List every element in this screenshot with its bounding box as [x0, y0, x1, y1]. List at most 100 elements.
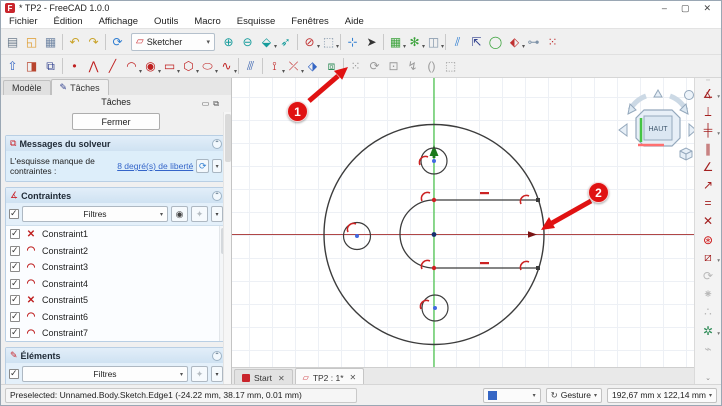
constraints-check-all[interactable]: [9, 209, 19, 219]
probe-icon[interactable]: ⧉: [41, 57, 60, 76]
leave-sketch-icon[interactable]: ⇱: [467, 32, 486, 51]
close-tab-icon[interactable]: ✕: [350, 373, 357, 382]
left-circle-center-point[interactable]: [355, 234, 359, 238]
create-rectangle-icon[interactable]: ▭▾: [160, 57, 179, 76]
constraint-row[interactable]: ✕ Constraint5: [6, 292, 226, 309]
Fenêtres[interactable]: Fenêtres: [283, 15, 337, 28]
constrain-equal-icon[interactable]: =: [696, 194, 720, 212]
chevron-down-icon[interactable]: ▾: [211, 366, 223, 382]
constrain-tangent-icon[interactable]: ↗: [696, 176, 720, 194]
show-hide-icon[interactable]: ◉: [171, 206, 188, 222]
refresh-icon[interactable]: ⟳: [108, 32, 127, 51]
constraint-checkbox[interactable]: [10, 246, 20, 256]
render-template-icon[interactable]: ◫▾: [424, 32, 443, 51]
image-icon[interactable]: ◨: [22, 57, 41, 76]
create-polygon-icon[interactable]: ⬡▾: [179, 57, 198, 76]
chevron-down-icon[interactable]: ▾: [211, 206, 223, 222]
new-file-icon[interactable]: ▤: [3, 32, 22, 51]
float-panel-icon[interactable]: ▭: [202, 96, 210, 111]
open-file-icon[interactable]: ◱: [22, 32, 41, 51]
constraints-section-header[interactable]: ∡ Contraintes ⌃: [6, 188, 226, 203]
create-line-icon[interactable]: ╱: [103, 57, 122, 76]
nav-left-triangle-icon[interactable]: [619, 124, 627, 136]
slot-line-endpoint[interactable]: [536, 198, 540, 202]
circular-pattern-icon[interactable]: ⟳: [365, 57, 384, 76]
solver-section-header[interactable]: ⧉ Messages du solveur ⌃: [6, 136, 226, 151]
comb-density-icon[interactable]: ∴: [696, 303, 720, 321]
constrain-block-icon[interactable]: ⊛: [696, 231, 720, 249]
navigation-style-select[interactable]: ↻ Gesture ▾: [546, 388, 602, 403]
constraint-checkbox[interactable]: [10, 312, 20, 322]
Fichier[interactable]: Fichier: [1, 15, 46, 28]
close-tab-icon[interactable]: ✕: [278, 374, 285, 383]
view-isometric-icon[interactable]: ⬙▾: [257, 32, 276, 51]
tab-taches[interactable]: ✎Tâches: [51, 79, 109, 95]
constrain-lock-icon[interactable]: ⧄▾: [696, 249, 720, 267]
elements-section-header[interactable]: ✎ Éléments ⌃: [6, 348, 226, 363]
create-arc-icon[interactable]: ◠▾: [122, 57, 141, 76]
dimension-icon[interactable]: ⟟▾: [265, 57, 284, 76]
constraint-checkbox[interactable]: [10, 229, 20, 239]
zoom-in-icon[interactable]: ⊕: [219, 32, 238, 51]
multiplicity-icon[interactable]: (): [422, 57, 441, 76]
edit-sketch-icon[interactable]: ⫽: [448, 32, 467, 51]
settings-wand-icon[interactable]: ✦: [191, 366, 208, 382]
trim-edge-icon[interactable]: ⤫▾: [284, 57, 303, 76]
create-circle-icon[interactable]: ◉▾: [141, 57, 160, 76]
maximize-button[interactable]: ▢: [681, 3, 690, 14]
clipping-plane-icon[interactable]: ⊘▾: [300, 32, 319, 51]
insert-knot-icon[interactable]: ⬚: [441, 57, 460, 76]
tab-modele[interactable]: Modèle: [3, 80, 51, 95]
slot-line-endpoint[interactable]: [536, 266, 540, 270]
carbon-copy-icon[interactable]: ⧈: [322, 57, 341, 76]
constraint-row[interactable]: ◠ Constraint4: [6, 276, 226, 293]
panel-scrollbar[interactable]: [223, 112, 231, 384]
save-icon[interactable]: ▦: [41, 32, 60, 51]
bottom-circle-center-point[interactable]: [433, 306, 437, 310]
Aide[interactable]: Aide: [337, 15, 372, 28]
axis-cross-icon[interactable]: ⊹: [343, 32, 362, 51]
converge-points-icon[interactable]: ⁙: [346, 57, 365, 76]
collapse-icon[interactable]: ⌃: [212, 191, 222, 201]
Esquisse[interactable]: Esquisse: [229, 15, 284, 28]
circular-pattern-icon[interactable]: ⟳: [696, 267, 720, 285]
join-curves-icon[interactable]: ✲▾: [696, 321, 720, 339]
elements-filter-select[interactable]: Filtres▾: [22, 366, 188, 382]
whats-this-icon[interactable]: ➤: [362, 32, 381, 51]
Édition[interactable]: Édition: [46, 15, 91, 28]
constrain-symmetric-icon[interactable]: ✕: [696, 212, 720, 230]
construction-mode-icon[interactable]: ⫻: [241, 57, 260, 76]
draw-style-icon[interactable]: ⬚▾: [319, 32, 338, 51]
fit-selection-icon[interactable]: ➶: [276, 32, 295, 51]
select-elements-icon[interactable]: ⊡: [384, 57, 403, 76]
constrain-distance-x-icon[interactable]: ╪▾: [696, 121, 720, 139]
chevron-down-icon[interactable]: ▾: [212, 159, 222, 173]
toolbar-overflow-icon[interactable]: ⌄: [705, 374, 711, 384]
grid-icon[interactable]: ▦▾: [386, 32, 405, 51]
close-button[interactable]: ✕: [703, 3, 711, 14]
origin-point[interactable]: [432, 232, 437, 237]
fermer-button[interactable]: Fermer: [72, 113, 160, 130]
minimize-button[interactable]: –: [662, 3, 667, 14]
auto-update-icon[interactable]: ⟳: [196, 159, 209, 173]
create-polyline-icon[interactable]: ⋀: [84, 57, 103, 76]
Affichage[interactable]: Affichage: [91, 15, 146, 28]
mini-cube-icon[interactable]: [680, 148, 692, 160]
constrain-distance-y-icon[interactable]: ⟘: [696, 103, 720, 121]
constraint-checkbox[interactable]: [10, 279, 20, 289]
create-bspline-icon[interactable]: ∿▾: [217, 57, 236, 76]
spline-tools-icon[interactable]: ⁕: [696, 285, 720, 303]
Macro[interactable]: Macro: [186, 15, 228, 28]
create-point-icon[interactable]: •: [65, 57, 84, 76]
import-icon[interactable]: ⇧: [3, 57, 22, 76]
constraint-checkbox[interactable]: [10, 295, 20, 305]
dimension-readout[interactable]: 192,67 mm x 122,14 mm ▾: [607, 388, 717, 403]
workbench-selector[interactable]: ▱ Sketcher ▾: [131, 33, 215, 51]
extend-edge-icon[interactable]: ⌁: [696, 340, 720, 358]
merge-sketches-icon[interactable]: ⊶: [524, 32, 543, 51]
navigation-cube[interactable]: HAUT: [619, 90, 696, 160]
external-geometry-icon[interactable]: ⬗: [303, 57, 322, 76]
constrain-angle-icon[interactable]: ∡▾: [696, 85, 720, 103]
redo-icon[interactable]: ↷: [84, 32, 103, 51]
collapse-icon[interactable]: ⌃: [212, 139, 222, 149]
